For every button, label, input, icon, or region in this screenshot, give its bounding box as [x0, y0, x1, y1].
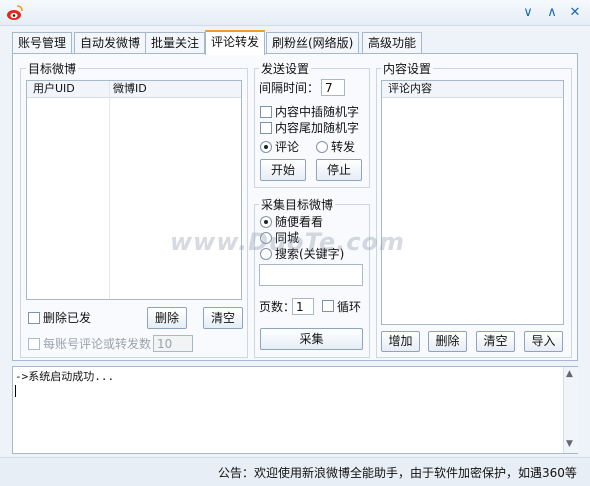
comment-radio[interactable]: [260, 141, 272, 153]
per-account-label: 每账号评论或转发数: [43, 337, 152, 351]
content-list[interactable]: 评论内容: [381, 80, 564, 325]
keyword-input[interactable]: [259, 264, 363, 286]
comment-label: 评论: [275, 140, 300, 154]
loop-checkbox[interactable]: [322, 300, 334, 312]
tab-advanced[interactable]: 高级功能: [362, 32, 423, 53]
append-random-checkbox[interactable]: [260, 122, 272, 134]
per-account-checkbox[interactable]: [28, 338, 40, 350]
per-account-input[interactable]: 10: [153, 335, 193, 352]
watermark: www.DuoTe.com: [170, 228, 405, 256]
target-weibo-title: 目标微博: [26, 62, 79, 76]
log-line: ->系统启动成功...: [15, 370, 115, 383]
weibo-logo-icon: [7, 5, 23, 20]
content-list-header: 评论内容: [382, 81, 563, 98]
column-divider: [109, 81, 110, 299]
loop-label: 循环: [337, 300, 362, 314]
tab-auto-post[interactable]: 自动发微博: [74, 32, 147, 53]
stop-button[interactable]: 停止: [316, 159, 362, 181]
interval-label: 间隔时间：: [259, 81, 320, 95]
content-delete-button[interactable]: 删除: [428, 331, 467, 352]
scroll-down-icon[interactable]: ▼: [566, 439, 573, 449]
status-bar: 公告：欢迎使用新浪微博全能助手，由于软件加密保护，如遇360等: [0, 457, 590, 486]
target-list-header: 用户UID 微博ID: [27, 81, 241, 98]
scroll-up-icon[interactable]: ▲: [566, 369, 573, 379]
tab-fans-network[interactable]: 刷粉丝(网络版): [266, 32, 360, 53]
text-cursor: [15, 385, 16, 397]
delete-sent-checkbox[interactable]: [28, 312, 40, 324]
pages-input[interactable]: 1: [292, 298, 314, 315]
target-weibo-list[interactable]: 用户UID 微博ID: [26, 80, 242, 300]
target-clear-button[interactable]: 清空: [203, 307, 243, 329]
log-output[interactable]: ->系统启动成功... ▲ ▼: [12, 366, 578, 454]
forward-label: 转发: [331, 140, 356, 154]
minimize-button[interactable]: ∨: [519, 4, 537, 22]
insert-random-label: 内容中插随机字: [275, 105, 360, 119]
random-browse-radio[interactable]: [260, 216, 272, 228]
pages-label: 页数：: [259, 300, 296, 314]
log-scrollbar[interactable]: ▲ ▼: [563, 367, 578, 453]
collect-target-title: 采集目标微博: [259, 198, 336, 212]
col-weibo-id-header[interactable]: 微博ID: [113, 81, 147, 97]
random-browse-label: 随便看看: [275, 215, 324, 229]
content-clear-button[interactable]: 清空: [476, 331, 515, 352]
tab-bulk-follow[interactable]: 批量关注: [145, 32, 206, 53]
notice-text: 公告：欢迎使用新浪微博全能助手，由于软件加密保护，如遇360等: [218, 466, 577, 480]
title-bar: ∨ ∧ ✕: [0, 0, 590, 26]
restore-button[interactable]: ∧: [543, 4, 561, 22]
start-button[interactable]: 开始: [260, 159, 306, 181]
target-delete-button[interactable]: 删除: [147, 307, 187, 329]
content-settings-title: 内容设置: [381, 62, 434, 76]
append-random-label: 内容尾加随机字: [275, 121, 360, 135]
tab-comment-forward[interactable]: 评论转发: [205, 30, 266, 55]
tab-account-management[interactable]: 账号管理: [12, 32, 73, 53]
add-button[interactable]: 增加: [381, 331, 420, 352]
import-button[interactable]: 导入: [524, 331, 563, 352]
col-content-header[interactable]: 评论内容: [388, 81, 432, 97]
close-button[interactable]: ✕: [566, 4, 584, 22]
forward-radio[interactable]: [316, 141, 328, 153]
insert-random-checkbox[interactable]: [260, 106, 272, 118]
send-settings-title: 发送设置: [259, 62, 312, 76]
col-uid-header[interactable]: 用户UID: [33, 81, 75, 97]
delete-sent-label: 删除已发: [43, 311, 92, 325]
interval-input[interactable]: 7: [321, 79, 345, 96]
collect-button[interactable]: 采集: [260, 328, 363, 350]
